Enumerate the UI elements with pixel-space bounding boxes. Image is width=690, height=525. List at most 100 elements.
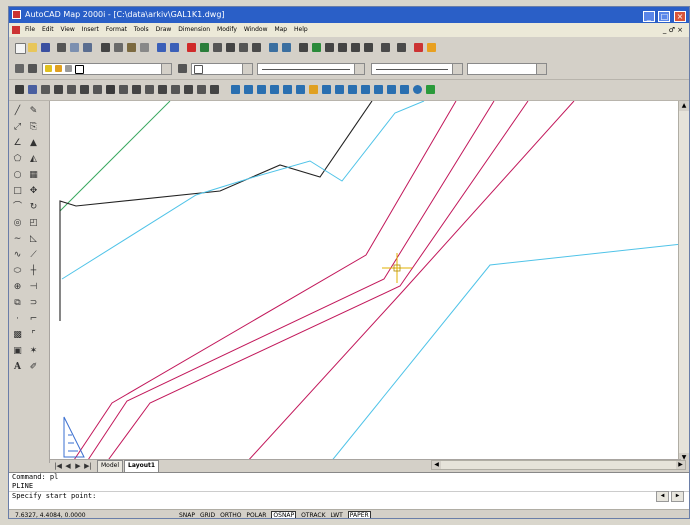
raster-color-icon[interactable] — [309, 85, 318, 94]
menu-draw[interactable]: Draw — [156, 23, 172, 37]
ellipse-icon[interactable]: ⬭ — [13, 267, 22, 276]
linetype-dropdown[interactable] — [257, 63, 365, 75]
map-explorer-icon[interactable] — [15, 85, 24, 94]
circle-icon[interactable]: ◎ — [13, 219, 22, 228]
plot-style-dropdown[interactable] — [467, 63, 547, 75]
ucs-icon[interactable] — [213, 43, 222, 52]
previous-tab-icon[interactable]: ◀ — [64, 461, 72, 471]
scroll-left-icon[interactable]: ◀ — [432, 461, 441, 469]
extend-icon[interactable]: ⊣ — [29, 283, 38, 292]
export-icon[interactable] — [158, 85, 167, 94]
paste-icon[interactable] — [127, 43, 136, 52]
annotation-icon[interactable] — [132, 85, 141, 94]
link-template-icon[interactable] — [210, 85, 219, 94]
image-icon[interactable] — [397, 43, 406, 52]
title-bar[interactable]: AutoCAD Map 2000i - [C:\data\arkiv\GAL1K… — [9, 7, 689, 23]
erase-icon[interactable]: ✎ — [29, 107, 38, 116]
menu-file[interactable]: File — [25, 23, 35, 37]
chevron-down-icon[interactable] — [354, 64, 364, 74]
object-snap-icon[interactable] — [200, 43, 209, 52]
line-icon[interactable]: ╱ — [13, 107, 22, 116]
vertical-scrollbar[interactable]: ▲ ▼ — [678, 101, 689, 463]
raster-globe-icon[interactable] — [413, 85, 422, 94]
road-edge-red-1[interactable] — [71, 101, 457, 463]
menu-tools[interactable]: Tools — [134, 23, 149, 37]
raster-layer-icon[interactable] — [296, 85, 305, 94]
road-edge-red-4[interactable] — [245, 101, 575, 463]
break-icon[interactable]: ⊃ — [29, 299, 38, 308]
topology-icon[interactable] — [80, 85, 89, 94]
menu-map[interactable]: Map — [274, 23, 287, 37]
raster-display-icon[interactable] — [270, 85, 279, 94]
make-layer-current-icon[interactable] — [178, 64, 187, 73]
rectangle-icon[interactable]: □ — [13, 187, 22, 196]
osnap-toggle[interactable]: OSNAP — [271, 511, 297, 518]
boundary-cyan-top[interactable] — [61, 101, 425, 280]
polyline-icon[interactable]: ∠ — [13, 139, 22, 148]
open-folder-icon[interactable] — [28, 43, 37, 52]
parcel-boundary-green[interactable] — [59, 101, 171, 212]
fillet-icon[interactable]: ⌜ — [29, 331, 38, 340]
coordinate-system-icon[interactable] — [145, 85, 154, 94]
lengthen-icon[interactable]: ⟋ — [29, 251, 38, 260]
autocad-app-icon[interactable] — [12, 10, 21, 19]
raster-clip-icon[interactable] — [257, 85, 266, 94]
chevron-down-icon[interactable] — [452, 64, 462, 74]
match-properties-icon[interactable] — [140, 43, 149, 52]
polygon-icon[interactable]: ⬠ — [13, 155, 22, 164]
attach-drawing-icon[interactable] — [28, 85, 37, 94]
menu-insert[interactable]: Insert — [82, 23, 99, 37]
lwt-toggle[interactable]: LWT — [330, 510, 342, 518]
text-icon[interactable]: A — [13, 363, 22, 372]
ortho-toggle[interactable]: ORTHO — [220, 510, 241, 518]
drawing-canvas[interactable] — [50, 101, 690, 463]
offset-icon[interactable]: ◭ — [29, 155, 38, 164]
query-icon[interactable] — [41, 85, 50, 94]
hatch-icon[interactable]: ▩ — [13, 331, 22, 340]
chevron-down-icon[interactable] — [242, 64, 252, 74]
print-icon[interactable] — [57, 43, 66, 52]
menu-modify[interactable]: Modify — [217, 23, 237, 37]
overlay-icon[interactable] — [197, 85, 206, 94]
make-block-icon[interactable]: ⧉ — [13, 299, 22, 308]
rotate-icon[interactable]: ↻ — [29, 203, 38, 212]
named-views-icon[interactable] — [239, 43, 248, 52]
scale-icon[interactable]: ◰ — [29, 219, 38, 228]
revision-cloud-icon[interactable]: ∼ — [13, 235, 22, 244]
command-prompt[interactable]: Specify start point: — [9, 491, 689, 501]
map-options-icon[interactable] — [427, 43, 436, 52]
copy-icon[interactable] — [114, 43, 123, 52]
raster-image-icon[interactable] — [335, 85, 344, 94]
properties-icon[interactable] — [325, 43, 334, 52]
construction-line-icon[interactable]: ⤢ — [13, 123, 22, 132]
layer-previous-icon[interactable] — [28, 64, 37, 73]
trim-icon[interactable]: ┼ — [29, 267, 38, 276]
layer-dropdown[interactable] — [42, 63, 172, 75]
menu-dimension[interactable]: Dimension — [178, 23, 210, 37]
tool-palette-icon[interactable] — [351, 43, 360, 52]
table-icon[interactable] — [381, 43, 390, 52]
new-file-icon[interactable] — [15, 43, 26, 54]
color-dropdown[interactable] — [191, 63, 253, 75]
menu-view[interactable]: View — [61, 23, 75, 37]
scroll-right-icon[interactable]: ▶ — [671, 491, 684, 502]
inquiry-icon[interactable] — [226, 43, 235, 52]
thematic-map-icon[interactable] — [106, 85, 115, 94]
explode-icon[interactable]: ✶ — [29, 347, 38, 356]
boundary-cyan-bottom[interactable] — [329, 242, 690, 463]
point-icon[interactable]: · — [13, 315, 22, 324]
hyperlink-icon[interactable] — [187, 43, 196, 52]
insert-block-icon[interactable]: ⊕ — [13, 283, 22, 292]
stretch-icon[interactable]: ◺ — [29, 235, 38, 244]
raster-properties-icon[interactable] — [400, 85, 409, 94]
spline-icon[interactable]: ∿ — [13, 251, 22, 260]
scroll-up-icon[interactable]: ▲ — [679, 101, 689, 111]
copy-object-icon[interactable]: ⎘ — [29, 123, 38, 132]
scroll-left-icon[interactable]: ◀ — [656, 491, 669, 502]
object-data-icon[interactable] — [93, 85, 102, 94]
import-icon[interactable] — [171, 85, 180, 94]
print-preview-icon[interactable] — [70, 43, 79, 52]
array-icon[interactable]: ▦ — [29, 171, 38, 180]
drawing-cleanup-icon[interactable] — [119, 85, 128, 94]
building-outline-black[interactable] — [59, 101, 373, 321]
